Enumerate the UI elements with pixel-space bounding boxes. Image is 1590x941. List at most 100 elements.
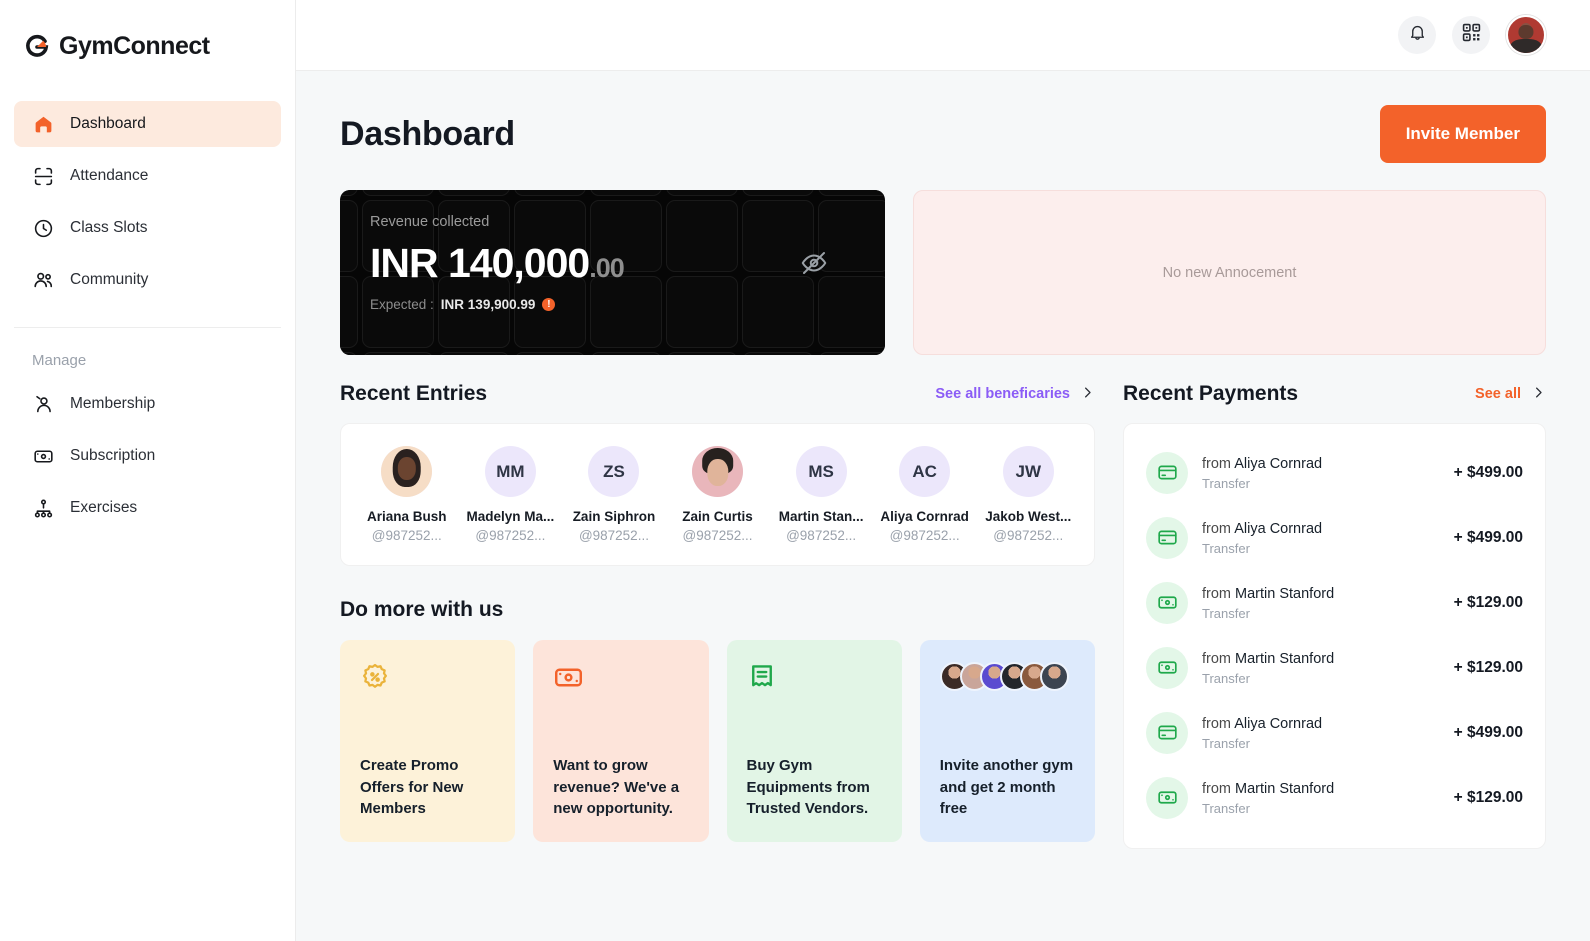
credit-card-icon <box>1146 711 1188 754</box>
sidebar-item-exercises[interactable]: Exercises <box>14 485 281 531</box>
list-item[interactable]: AC Aliya Cornrad @987252... <box>873 446 977 543</box>
revenue-amount-cents: .00 <box>589 253 625 283</box>
left-column: Recent Entries See all beneficaries Aria… <box>340 379 1095 849</box>
avatar-initials: MS <box>808 461 834 481</box>
recent-entries-header: Recent Entries See all beneficaries <box>340 379 1095 409</box>
member-name: Ariana Bush <box>367 509 447 524</box>
avatar: JW <box>1002 446 1054 497</box>
see-all-beneficiaries-label: See all beneficaries <box>935 386 1070 402</box>
promo-card-text: Buy Gym Equipments from Trusted Vendors. <box>746 756 870 818</box>
payment-amount: + $499.00 <box>1453 463 1523 481</box>
avatar: MS <box>795 446 847 497</box>
revenue-card: Revenue collected INR 140,000.00 Expecte… <box>340 190 885 355</box>
sidebar-nav-manage: Membership Subscription Exercises <box>0 381 295 537</box>
recent-payments-title: Recent Payments <box>1123 382 1299 405</box>
payment-details: from Aliya Cornrad Transfer <box>1202 455 1440 491</box>
credit-card-icon <box>1146 451 1188 494</box>
eye-off-icon[interactable] <box>799 248 829 283</box>
recent-payments-header: Recent Payments See all <box>1123 379 1546 409</box>
sidebar: GymConnect Dashboard Attendance Class Sl… <box>0 0 296 941</box>
qr-code-icon <box>1462 23 1481 47</box>
payment-amount: + $129.00 <box>1453 658 1523 676</box>
promo-card[interactable]: Invite another gym and get 2 month free <box>919 640 1095 842</box>
topbar <box>296 0 1590 71</box>
sidebar-section-manage: Manage <box>32 352 87 369</box>
sidebar-item-community[interactable]: Community <box>14 257 281 303</box>
page-title: Dashboard <box>340 114 515 153</box>
notifications-button[interactable] <box>1398 16 1436 54</box>
see-all-payments-link[interactable]: See all <box>1475 385 1546 404</box>
revenue-label: Revenue collected <box>370 214 490 230</box>
payment-row[interactable]: from Aliya Cornrad Transfer + $499.00 <box>1146 440 1523 505</box>
sidebar-item-dashboard[interactable]: Dashboard <box>14 101 281 147</box>
dashboard-content: Dashboard Invite Member Revenue collecte… <box>296 71 1590 941</box>
payment-type: Transfer <box>1202 475 1250 491</box>
hero-row: Revenue collected INR 140,000.00 Expecte… <box>340 190 1546 355</box>
payment-type: Transfer <box>1202 670 1250 686</box>
recent-entries-title: Recent Entries <box>340 382 488 405</box>
member-photo <box>692 446 744 497</box>
avatar <box>1039 662 1069 691</box>
payment-from: from Martin Stanford <box>1202 780 1335 797</box>
invite-member-button[interactable]: Invite Member <box>1379 105 1546 163</box>
list-item[interactable]: JW Jakob West... @987252... <box>976 446 1080 543</box>
member-photo <box>381 446 433 497</box>
bell-icon <box>1408 23 1427 47</box>
brand-name: GymConnect <box>59 32 210 60</box>
right-column: Recent Payments See all from Aliya Cornr… <box>1123 379 1546 849</box>
payment-row[interactable]: from Aliya Cornrad Transfer + $499.00 <box>1146 700 1523 765</box>
receipt-icon <box>747 662 882 697</box>
sidebar-item-class-slots[interactable]: Class Slots <box>14 205 281 251</box>
sidebar-item-label: Dashboard <box>70 115 146 133</box>
payment-from: from Aliya Cornrad <box>1202 715 1323 732</box>
recent-payments-card: from Aliya Cornrad Transfer + $499.00 from … <box>1123 423 1546 849</box>
hierarchy-icon <box>32 497 54 519</box>
sidebar-item-label: Subscription <box>70 447 156 465</box>
banknote-icon <box>32 445 54 467</box>
recent-entries-card: Ariana Bush @987252... MM Madelyn Ma... @987… <box>340 423 1095 566</box>
alert-icon: ! <box>542 298 556 312</box>
revenue-amount-main: INR 140,000 <box>370 240 590 286</box>
see-all-beneficiaries-link[interactable]: See all beneficaries <box>935 385 1095 404</box>
member-handle: @987252... <box>786 528 857 543</box>
gymconnect-logo-icon <box>24 34 50 60</box>
do-more-title: Do more with us <box>340 598 504 621</box>
sidebar-item-subscription[interactable]: Subscription <box>14 433 281 479</box>
payment-row[interactable]: from Aliya Cornrad Transfer + $499.00 <box>1146 505 1523 570</box>
main-area: Dashboard Invite Member Revenue collecte… <box>296 0 1590 941</box>
payment-amount: + $499.00 <box>1453 528 1523 546</box>
payment-details: from Martin Stanford Transfer <box>1202 780 1440 816</box>
banknote-icon <box>1146 776 1188 819</box>
payment-from: from Martin Stanford <box>1202 585 1335 602</box>
revenue-expected: Expected : INR 139,900.99 ! <box>370 297 855 312</box>
promo-card[interactable]: Want to grow revenue? We've a new opport… <box>533 640 709 842</box>
member-name: Zain Curtis <box>682 509 753 524</box>
app-root: GymConnect Dashboard Attendance Class Sl… <box>0 0 1590 941</box>
payment-type: Transfer <box>1202 540 1250 556</box>
member-name: Aliya Cornrad <box>880 509 969 524</box>
list-item[interactable]: Zain Curtis @987252... <box>666 446 770 543</box>
avatar-initials: ZS <box>603 461 625 481</box>
member-name: Martin Stan... <box>778 509 864 524</box>
sidebar-item-membership[interactable]: Membership <box>14 381 281 427</box>
promo-card[interactable]: Create Promo Offers for New Members <box>340 640 516 842</box>
avatar[interactable] <box>1506 15 1546 55</box>
list-item[interactable]: Ariana Bush @987252... <box>355 446 459 543</box>
list-item[interactable]: MS Martin Stan... @987252... <box>769 446 873 543</box>
promo-card[interactable]: Buy Gym Equipments from Trusted Vendors. <box>726 640 902 842</box>
payment-row[interactable]: from Martin Stanford Transfer + $129.00 <box>1146 570 1523 635</box>
payment-row[interactable]: from Martin Stanford Transfer + $129.00 <box>1146 635 1523 700</box>
banknote-icon <box>553 662 688 698</box>
qr-scan-button[interactable] <box>1452 16 1490 54</box>
user-check-icon <box>32 393 54 415</box>
list-item[interactable]: ZS Zain Siphron @987252... <box>562 446 666 543</box>
payment-type: Transfer <box>1202 735 1250 751</box>
payment-row[interactable]: from Martin Stanford Transfer + $129.00 <box>1146 765 1523 830</box>
payment-type: Transfer <box>1202 800 1250 816</box>
sidebar-item-attendance[interactable]: Attendance <box>14 153 281 199</box>
avatar-stack <box>939 662 1075 691</box>
member-handle: @987252... <box>371 528 442 543</box>
brand-logo[interactable]: GymConnect <box>0 0 295 61</box>
chevron-right-icon <box>1531 385 1546 404</box>
list-item[interactable]: MM Madelyn Ma... @987252... <box>459 446 563 543</box>
